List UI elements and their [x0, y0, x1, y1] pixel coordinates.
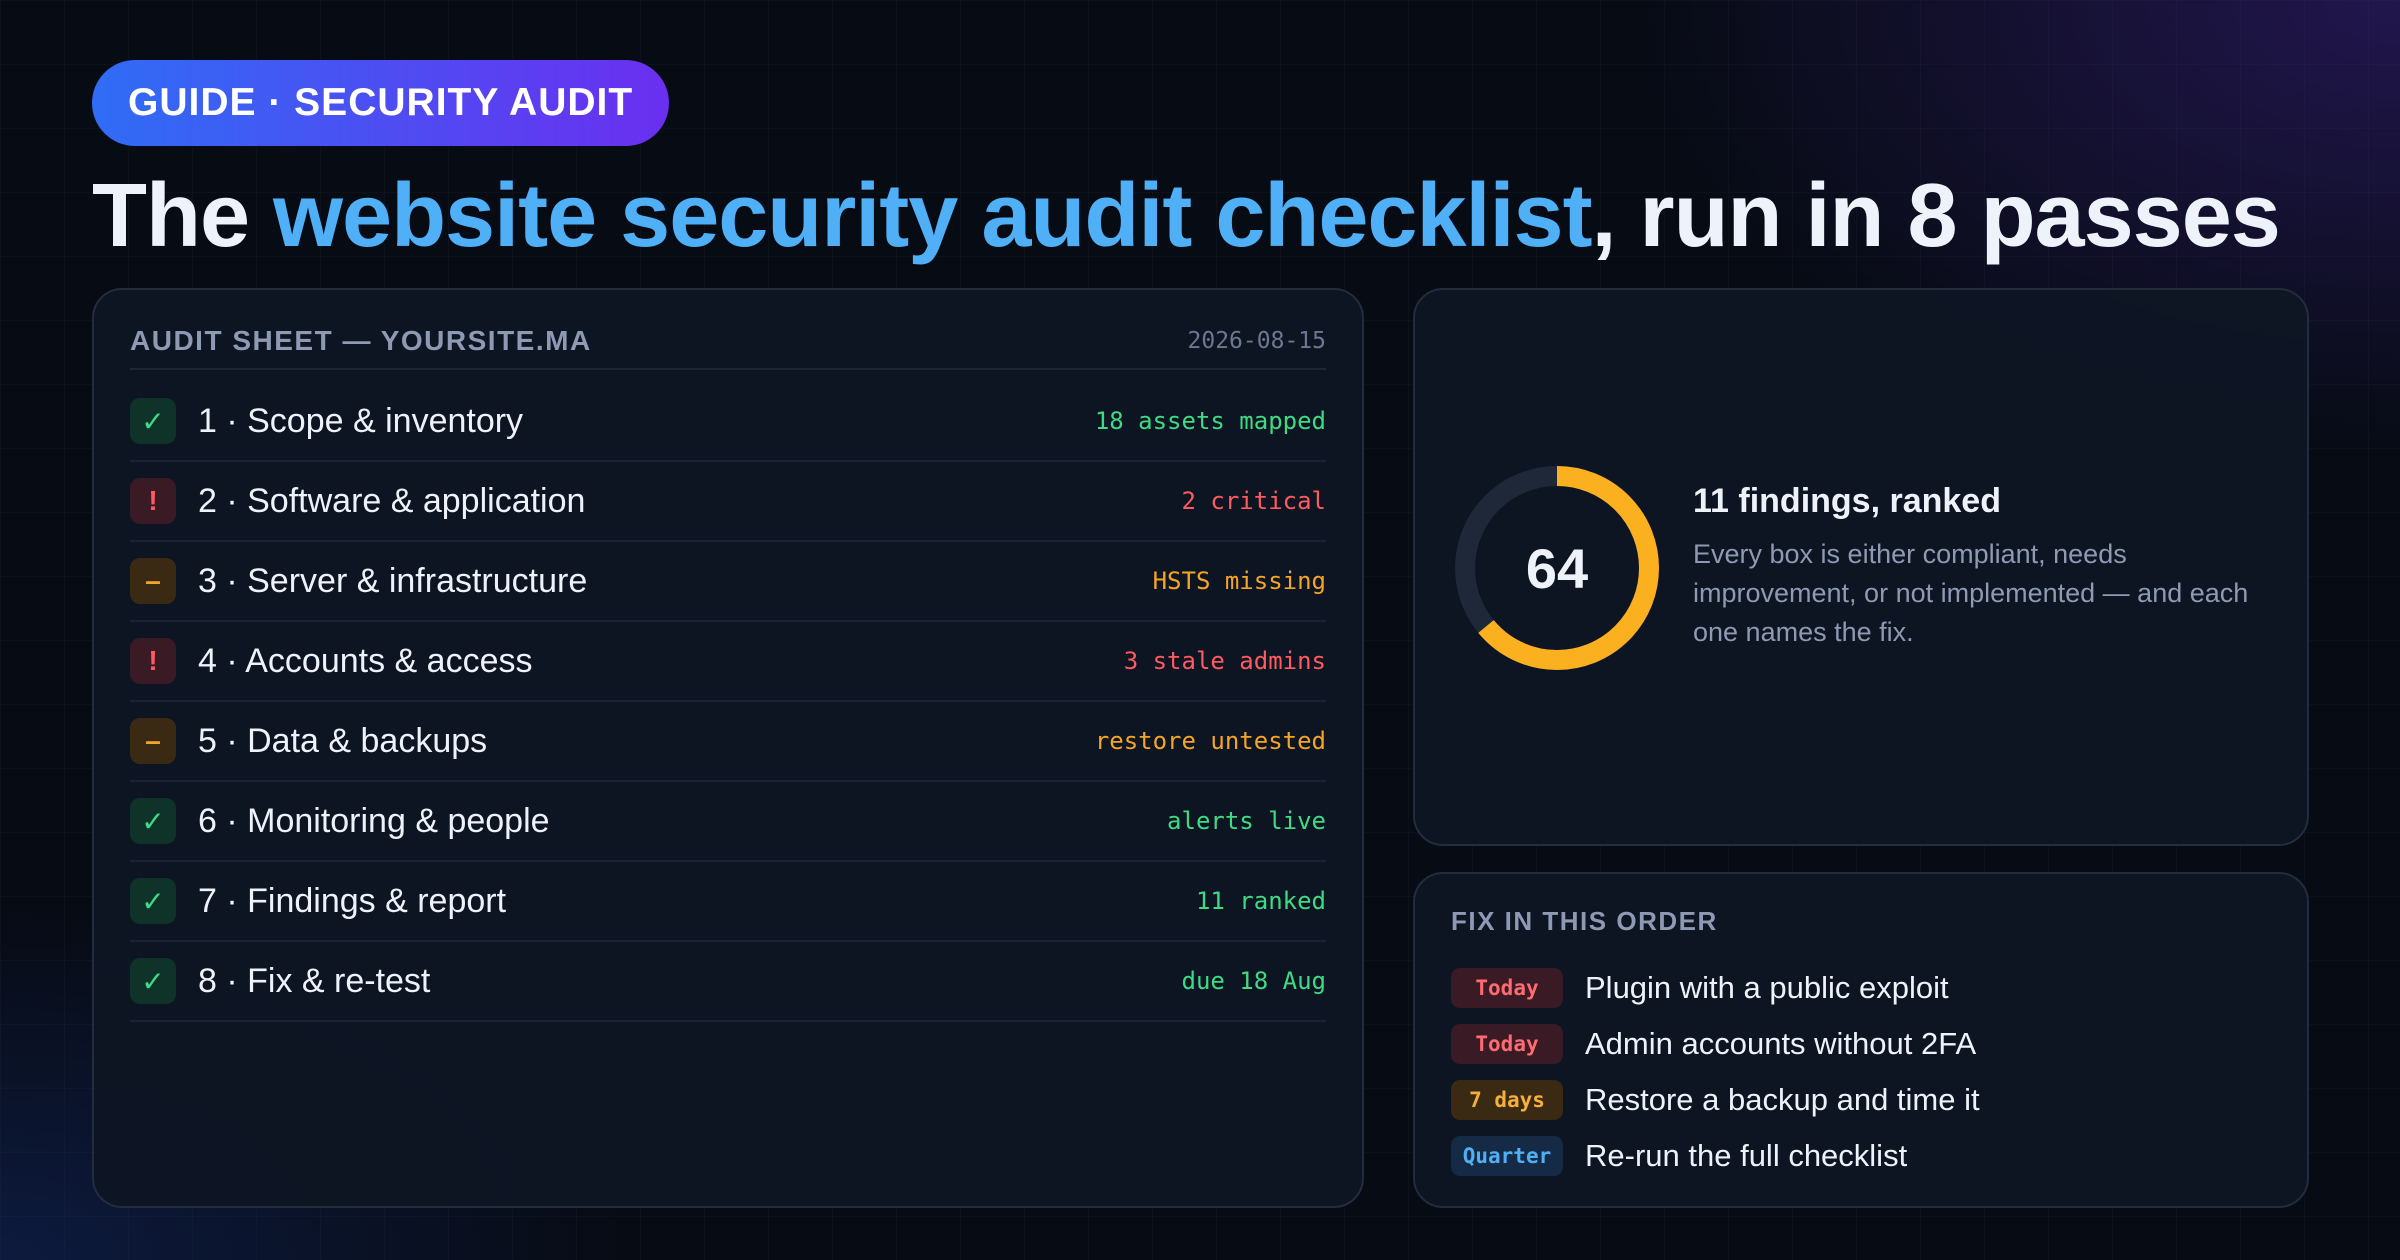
audit-pass-label: 6 · Monitoring & people [198, 801, 550, 840]
audit-pass-note: HSTS missing [1152, 567, 1326, 595]
fix-order-item: Quarter Re-run the full checklist [1451, 1128, 2271, 1184]
findings-description: Every box is either compliant, needs imp… [1693, 539, 2249, 647]
priority-tag: 7 days [1451, 1080, 1563, 1120]
priority-tag: Quarter [1451, 1136, 1563, 1176]
audit-pass-list: ✓ 1 · Scope & inventory 18 assets mapped! 2… [130, 382, 1326, 1022]
audit-pass-row: ✓ 8 · Fix & re-test due 18 Aug [130, 942, 1326, 1022]
dash-icon: – [130, 558, 176, 604]
audit-pass-row: –3 · Server & infrastructure HSTS missing [130, 542, 1326, 622]
guide-badge: GUIDE · SECURITY AUDIT [92, 60, 670, 146]
page-title: The website security audit checklist, ru… [92, 165, 2281, 268]
audit-pass-row: ✓ 7 · Findings & report 11 ranked [130, 862, 1326, 942]
findings-title: 11 findings, ranked [1693, 482, 2001, 520]
fix-order-item: 7 days Restore a backup and time it [1451, 1072, 2271, 1128]
audit-pass-label: 1 · Scope & inventory [198, 401, 524, 440]
score-value: 64 [1525, 536, 1589, 600]
audit-pass-note: 18 assets mapped [1094, 407, 1326, 435]
fix-order-list: Today Plugin with a public exploit Today Ad… [1451, 960, 2271, 1184]
fix-order-item: Today Plugin with a public exploit [1451, 960, 2271, 1016]
audit-pass-label: 7 · Findings & report [198, 881, 507, 920]
audit-sheet-title: AUDIT SHEET — YOURSITE.MA [130, 325, 592, 356]
audit-pass-note: restore untested [1094, 727, 1326, 755]
check-icon: ✓ [130, 878, 176, 924]
title-suffix: , run in 8 passes [1591, 166, 2281, 266]
fix-order-label: Re-run the full checklist [1585, 1138, 1908, 1173]
audit-pass-label: 3 · Server & infrastructure [198, 561, 588, 600]
fix-order-label: Admin accounts without 2FA [1585, 1026, 1977, 1061]
score-summary: 11 findings, ranked Every box is either … [1693, 482, 2253, 652]
check-icon: ✓ [130, 398, 176, 444]
fix-order-panel: FIX IN THIS ORDER Today Plugin with a pub… [1413, 872, 2309, 1208]
dash-icon: – [130, 718, 176, 764]
audit-pass-row: ✓ 1 · Scope & inventory 18 assets mapped [130, 382, 1326, 462]
fix-order-label: Plugin with a public exploit [1585, 970, 1949, 1005]
audit-pass-row: ! 4 · Accounts & access 3 stale admins [130, 622, 1326, 702]
priority-tag: Today [1451, 968, 1563, 1008]
audit-pass-note: 11 ranked [1195, 887, 1326, 915]
audit-pass-row: ! 2 · Software & application 2 critical [130, 462, 1326, 542]
check-icon: ✓ [130, 958, 176, 1004]
audit-sheet-panel: AUDIT SHEET — YOURSITE.MA 2026-08-15 ✓ 1 … [92, 288, 1364, 1208]
audit-pass-note: due 18 Aug [1181, 967, 1327, 995]
audit-pass-note: alerts live [1167, 807, 1326, 835]
audit-pass-label: 8 · Fix & re-test [198, 961, 431, 1000]
title-highlight: website security audit checklist [273, 166, 1593, 266]
fix-order-item: Today Admin accounts without 2FA [1451, 1016, 2271, 1072]
audit-pass-row: ✓ 6 · Monitoring & people alerts live [130, 782, 1326, 862]
audit-pass-label: 5 · Data & backups [198, 721, 488, 760]
audit-pass-label: 4 · Accounts & access [198, 641, 533, 680]
score-card: 64 11 findings, ranked Every box is eith… [1413, 288, 2309, 846]
fix-order-title: FIX IN THIS ORDER [1451, 906, 1718, 936]
audit-pass-label: 2 · Software & application [198, 481, 586, 520]
audit-pass-note: 3 stale admins [1123, 647, 1326, 675]
audit-pass-note: 2 critical [1181, 487, 1327, 515]
alert-icon: ! [130, 638, 176, 684]
fix-order-label: Restore a backup and time it [1585, 1082, 1980, 1117]
audit-sheet-header: AUDIT SHEET — YOURSITE.MA 2026-08-15 [130, 320, 1326, 370]
audit-date: 2026-08-15 [1187, 328, 1326, 354]
check-icon: ✓ [130, 798, 176, 844]
alert-icon: ! [130, 478, 176, 524]
title-prefix: The [92, 166, 274, 266]
score-gauge: 64 [1451, 462, 1663, 674]
priority-tag: Today [1451, 1024, 1563, 1064]
audit-pass-row: –5 · Data & backups restore untested [130, 702, 1326, 782]
